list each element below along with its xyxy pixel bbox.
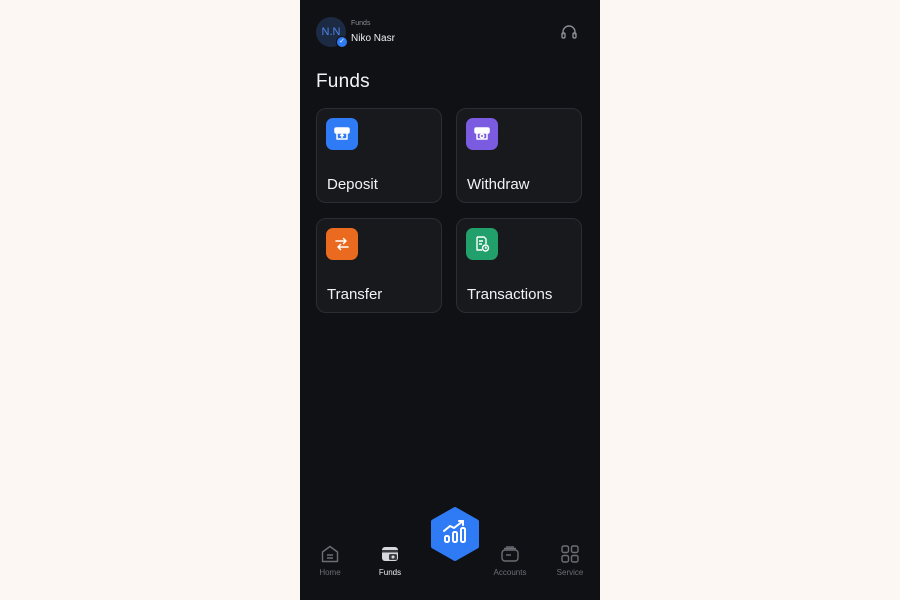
withdraw-label: Withdraw: [467, 176, 530, 193]
header-subtitle: Funds: [351, 20, 371, 27]
transfer-icon: [326, 228, 358, 260]
nav-home-label: Home: [319, 568, 341, 577]
accounts-icon: [501, 546, 519, 562]
transactions-card[interactable]: Transactions: [456, 218, 582, 313]
nav-funds-label: Funds: [378, 568, 402, 577]
deposit-label: Deposit: [327, 176, 378, 193]
nav-home[interactable]: Home: [305, 543, 355, 577]
transfer-card[interactable]: Transfer: [316, 218, 442, 313]
transactions-icon: [466, 228, 498, 260]
deposit-card[interactable]: Deposit: [316, 108, 442, 203]
withdraw-icon: [466, 118, 498, 150]
verified-badge-icon: ✓: [336, 36, 348, 48]
page-title: Funds: [316, 71, 370, 92]
nav-funds[interactable]: Funds: [365, 543, 415, 577]
headset-support-icon[interactable]: [559, 22, 579, 42]
nav-service[interactable]: Service: [545, 543, 595, 577]
home-icon: [321, 545, 339, 563]
grid-icon: [561, 545, 579, 563]
user-name: Niko Nasr: [351, 33, 395, 44]
avatar[interactable]: N.N ✓: [316, 17, 348, 48]
funds-icon: [382, 547, 398, 561]
withdraw-card[interactable]: Withdraw: [456, 108, 582, 203]
phone-screen: N.N ✓ Funds Niko Nasr Funds Deposit With…: [300, 0, 600, 600]
nav-accounts[interactable]: Accounts: [485, 543, 535, 577]
nav-accounts-label: Accounts: [493, 568, 527, 577]
deposit-icon: [326, 118, 358, 150]
center-chart-button[interactable]: [428, 507, 482, 561]
transactions-label: Transactions: [467, 286, 553, 303]
nav-service-label: Service: [556, 568, 584, 577]
transfer-label: Transfer: [327, 286, 383, 303]
